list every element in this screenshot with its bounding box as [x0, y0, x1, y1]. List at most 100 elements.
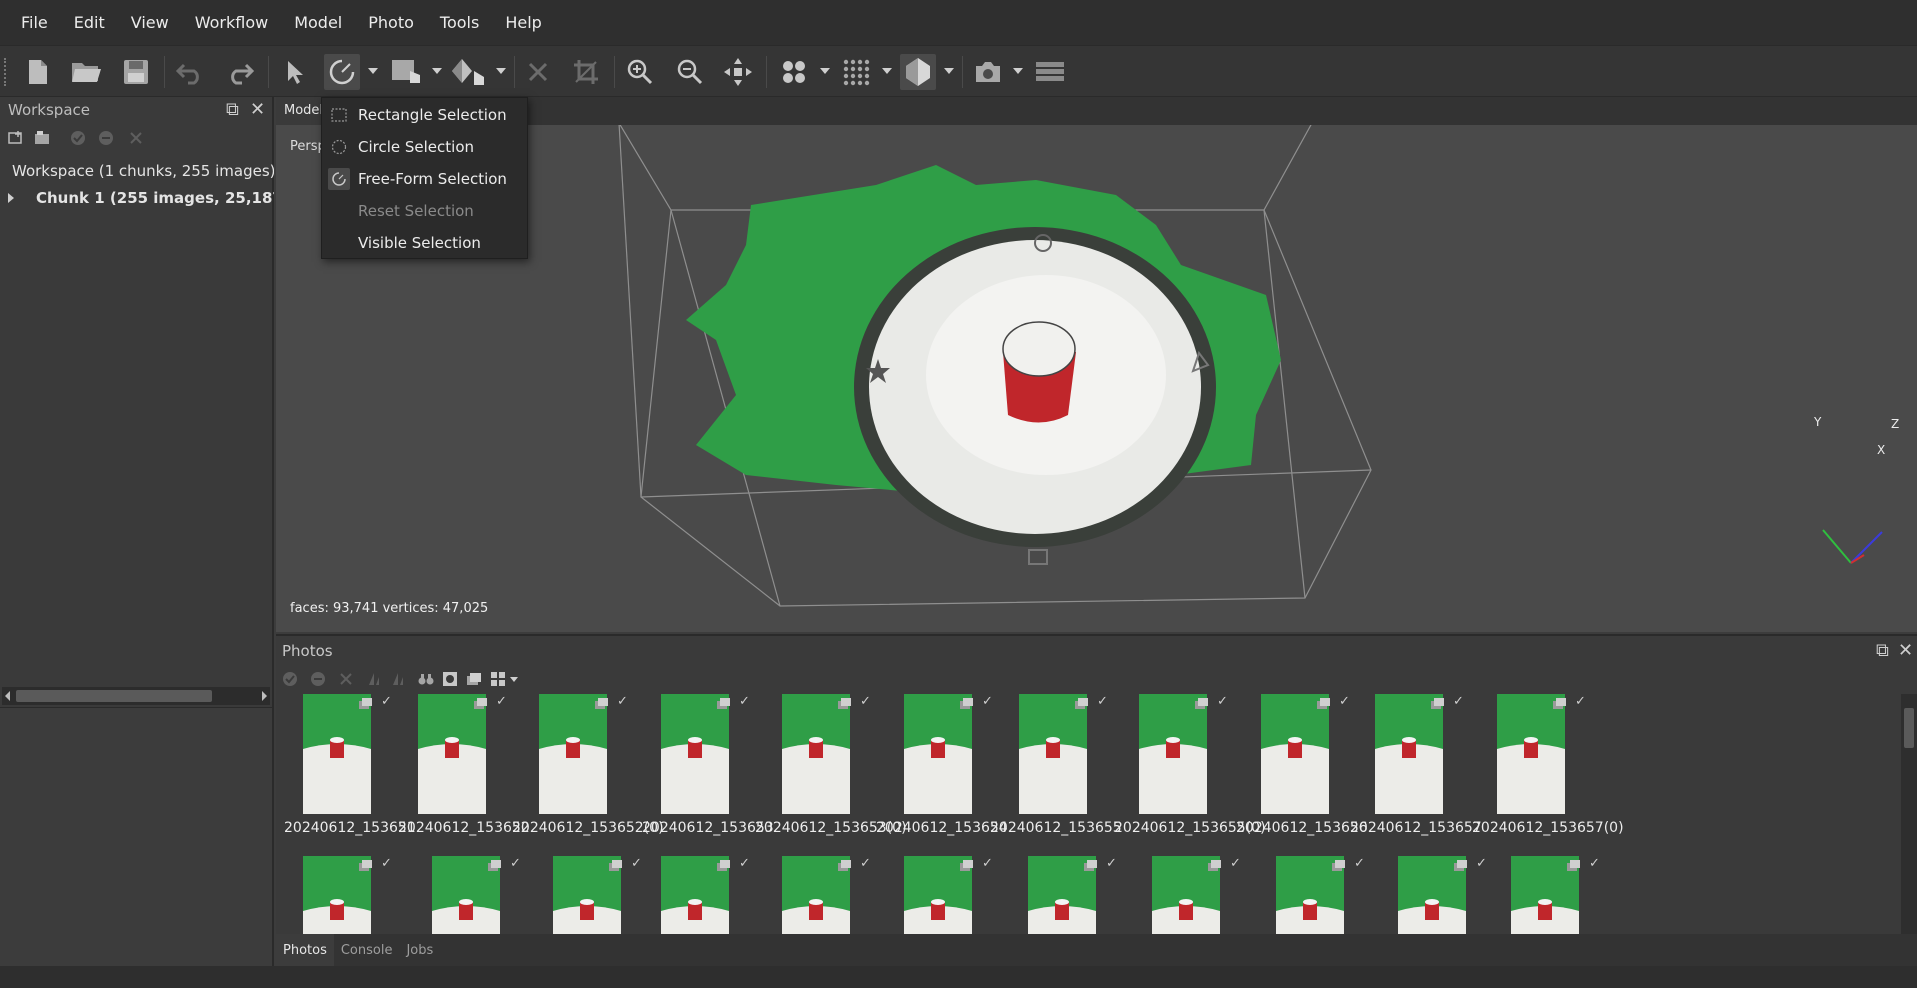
toolbar-grip[interactable] [4, 58, 7, 86]
remove-cameras-icon[interactable] [338, 671, 354, 687]
photo-thumbnail[interactable]: ✓ [1388, 856, 1518, 934]
add-chunk-icon[interactable] [8, 130, 24, 146]
expand-arrow-icon[interactable] [8, 192, 14, 203]
shaded-model-icon[interactable] [900, 54, 936, 90]
menu-workflow[interactable]: Workflow [182, 13, 281, 32]
enabled-check-icon[interactable]: ✓ [1575, 694, 1586, 709]
binoculars-icon[interactable] [418, 671, 434, 687]
image-stack-icon[interactable] [466, 671, 482, 687]
add-photos-icon[interactable] [34, 130, 50, 146]
scroll-left-icon[interactable] [5, 691, 10, 701]
scrollbar-thumb[interactable] [16, 690, 212, 702]
enabled-check-icon[interactable]: ✓ [739, 856, 750, 871]
layers-icon[interactable] [1032, 54, 1068, 90]
workspace-horizontal-scrollbar[interactable] [2, 687, 270, 705]
dense-dropdown-arrow[interactable] [882, 68, 892, 74]
point-cloud-icon[interactable] [776, 54, 812, 90]
photo-thumbnail[interactable]: ✓ [1142, 856, 1272, 934]
float-photos-panel-icon[interactable]: ⧉ [1876, 640, 1889, 661]
tab-photos[interactable]: Photos [276, 934, 334, 966]
enabled-check-icon[interactable]: ✓ [1354, 856, 1365, 871]
zoom-in-icon[interactable] [622, 54, 658, 90]
menu-model[interactable]: Model [281, 13, 355, 32]
rotate-right-icon[interactable] [390, 671, 406, 687]
selection-dropdown-arrow[interactable] [368, 68, 378, 74]
close-panel-icon[interactable]: ✕ [250, 99, 265, 120]
tree-row-chunk[interactable]: Chunk 1 (255 images, 25,187 ti [0, 184, 274, 211]
float-panel-icon[interactable]: ⧉ [226, 99, 239, 120]
enabled-check-icon[interactable]: ✓ [1097, 694, 1108, 709]
enable-icon[interactable] [70, 130, 86, 146]
menu-help[interactable]: Help [492, 13, 554, 32]
photo-thumbnail[interactable]: ✓ [894, 856, 1024, 934]
shading-dropdown-arrow[interactable] [496, 68, 506, 74]
view-mode-dropdown-arrow[interactable] [510, 677, 518, 682]
photo-thumbnail[interactable]: ✓ [422, 856, 552, 934]
menu-file[interactable]: File [8, 13, 61, 32]
tree-row-workspace[interactable]: Workspace (1 chunks, 255 images) [0, 157, 274, 184]
save-icon[interactable] [118, 54, 154, 90]
enabled-check-icon[interactable]: ✓ [982, 856, 993, 871]
scroll-right-icon[interactable] [262, 691, 267, 701]
grid-view-icon[interactable] [490, 671, 506, 687]
photo-thumbnail[interactable]: ✓ 20240612_153657(0) [1472, 694, 1624, 844]
enabled-check-icon[interactable]: ✓ [496, 694, 507, 709]
menu-edit[interactable]: Edit [61, 13, 118, 32]
remove-icon[interactable] [128, 130, 144, 146]
close-photos-panel-icon[interactable]: ✕ [1898, 640, 1913, 661]
menu-item-rectangle-selection[interactable]: Rectangle Selection [322, 99, 527, 131]
photo-thumbnail[interactable]: ✓ [1018, 856, 1148, 934]
enabled-check-icon[interactable]: ✓ [1217, 694, 1228, 709]
delete-selection-icon[interactable] [520, 54, 556, 90]
photo-thumbnail[interactable]: ✓ [1266, 856, 1396, 934]
camera-icon[interactable] [970, 54, 1006, 90]
rotate-left-icon[interactable] [366, 671, 382, 687]
enabled-check-icon[interactable]: ✓ [1106, 856, 1117, 871]
rectangle-area-hand-icon[interactable] [388, 54, 424, 90]
zoom-out-icon[interactable] [672, 54, 708, 90]
disable-icon[interactable] [98, 130, 114, 146]
model-dropdown-arrow[interactable] [944, 68, 954, 74]
open-folder-icon[interactable] [68, 54, 104, 90]
menu-item-reset-selection[interactable]: Reset Selection [322, 195, 527, 227]
photo-thumbnail[interactable]: ✓ [772, 856, 902, 934]
new-document-icon[interactable] [20, 54, 56, 90]
tab-jobs[interactable]: Jobs [399, 934, 440, 966]
enabled-check-icon[interactable]: ✓ [617, 694, 628, 709]
navigation-pointer-icon[interactable] [276, 54, 312, 90]
free-form-selection-icon[interactable] [324, 54, 360, 90]
points-dropdown-arrow[interactable] [820, 68, 830, 74]
enabled-check-icon[interactable]: ✓ [1339, 694, 1350, 709]
dense-points-icon[interactable] [838, 54, 874, 90]
photo-thumbnail[interactable]: ✓ [293, 856, 423, 934]
enabled-check-icon[interactable]: ✓ [631, 856, 642, 871]
enable-cameras-icon[interactable] [282, 671, 298, 687]
area-dropdown-arrow[interactable] [432, 68, 442, 74]
photo-thumbnail[interactable]: ✓ 20240612_153652(0) [512, 694, 664, 844]
enabled-check-icon[interactable]: ✓ [860, 694, 871, 709]
scrollbar-thumb[interactable] [1904, 708, 1914, 748]
redo-icon[interactable] [222, 54, 258, 90]
enabled-check-icon[interactable]: ✓ [860, 856, 871, 871]
mask-icon[interactable] [442, 671, 458, 687]
menu-item-visible-selection[interactable]: Visible Selection [322, 227, 527, 259]
menu-view[interactable]: View [118, 13, 182, 32]
enabled-check-icon[interactable]: ✓ [381, 694, 392, 709]
tab-console[interactable]: Console [334, 934, 400, 966]
menu-item-circle-selection[interactable]: Circle Selection [322, 131, 527, 163]
enabled-check-icon[interactable]: ✓ [982, 694, 993, 709]
photos-vertical-scrollbar[interactable] [1901, 694, 1917, 934]
enabled-check-icon[interactable]: ✓ [1453, 694, 1464, 709]
enabled-check-icon[interactable]: ✓ [381, 856, 392, 871]
enabled-check-icon[interactable]: ✓ [1476, 856, 1487, 871]
menu-photo[interactable]: Photo [355, 13, 427, 32]
menu-tools[interactable]: Tools [427, 13, 492, 32]
shading-hand-icon[interactable] [450, 54, 486, 90]
menu-item-free-form-selection[interactable]: Free-Form Selection [322, 163, 527, 195]
photo-thumbnail[interactable]: ✓ [651, 856, 781, 934]
enabled-check-icon[interactable]: ✓ [510, 856, 521, 871]
enabled-check-icon[interactable]: ✓ [1589, 856, 1600, 871]
enabled-check-icon[interactable]: ✓ [1230, 856, 1241, 871]
camera-dropdown-arrow[interactable] [1013, 68, 1023, 74]
reset-view-icon[interactable] [720, 54, 756, 90]
